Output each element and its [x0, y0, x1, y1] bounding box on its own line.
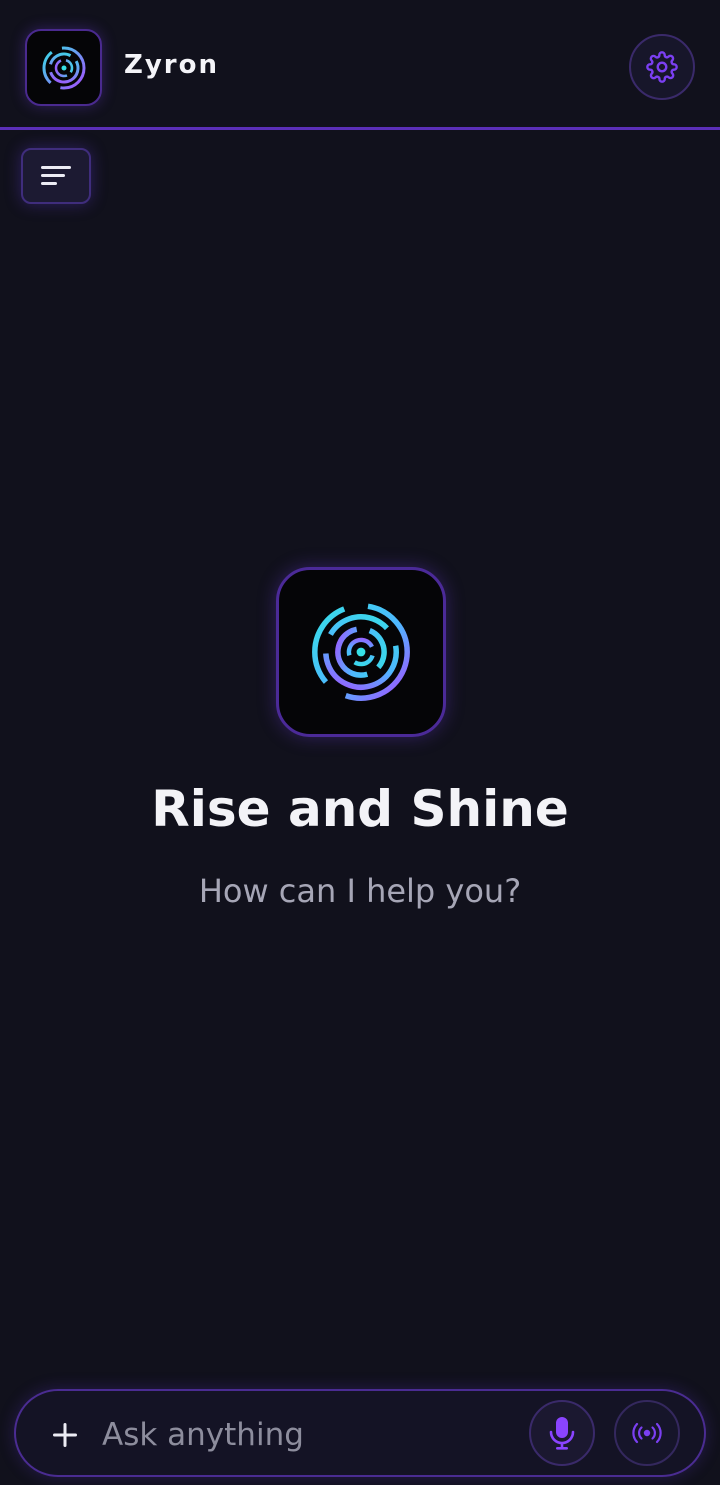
- menu-lines-icon: [41, 166, 71, 185]
- broadcast-icon: [632, 1422, 662, 1444]
- greeting-subtitle: How can I help you?: [198, 872, 522, 910]
- prompt-input[interactable]: [102, 1411, 522, 1459]
- spiral-logo-icon: [25, 29, 102, 106]
- greeting-title: Rise and Shine: [151, 780, 569, 838]
- settings-button[interactable]: [629, 34, 695, 100]
- add-attachment-button[interactable]: [48, 1418, 82, 1452]
- app-screen: Zyron Rise and Shine How can I help you?…: [0, 0, 720, 1485]
- app-header: Zyron: [0, 0, 720, 130]
- microphone-icon: [549, 1417, 575, 1450]
- app-title: Zyron: [124, 50, 219, 80]
- sidebar-toggle-button[interactable]: [21, 148, 91, 204]
- plus-icon: [53, 1423, 77, 1447]
- spiral-logo-icon: [312, 603, 410, 701]
- voice-mode-button[interactable]: [614, 1400, 680, 1466]
- microphone-button[interactable]: [529, 1400, 595, 1466]
- gear-icon: [646, 51, 678, 83]
- hero-logo: [276, 567, 446, 737]
- prompt-composer: [14, 1389, 706, 1477]
